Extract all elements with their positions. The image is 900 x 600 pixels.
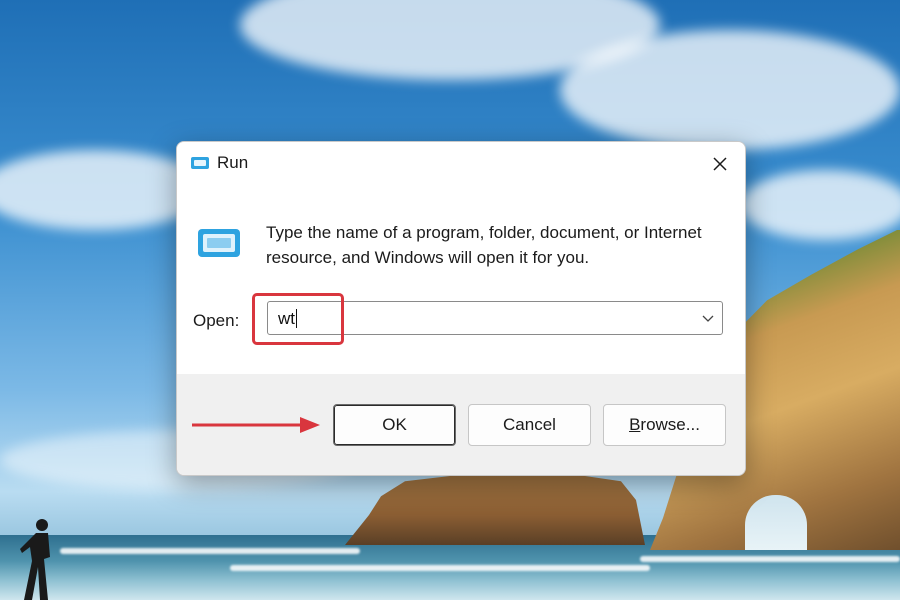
title-bar[interactable]: Run xyxy=(177,142,745,185)
wave-foam xyxy=(60,548,360,554)
cancel-button[interactable]: Cancel xyxy=(468,404,591,446)
browse-button-label: Browse... xyxy=(629,415,700,434)
dialog-title: Run xyxy=(217,153,249,172)
browse-button[interactable]: Browse... xyxy=(603,404,726,446)
highlight-annotation xyxy=(252,293,344,345)
dialog-description: Type the name of a program, folder, docu… xyxy=(266,223,702,267)
cloud xyxy=(560,30,900,150)
wave-foam xyxy=(230,565,650,571)
close-icon xyxy=(713,156,727,171)
rock-formation xyxy=(345,473,645,545)
runner-silhouette xyxy=(20,519,50,600)
ok-button[interactable]: OK xyxy=(333,404,456,446)
run-app-icon xyxy=(191,157,209,169)
rock-arch xyxy=(745,495,807,550)
open-label: Open: xyxy=(193,311,240,330)
dialog-content: Type the name of a program, folder, docu… xyxy=(177,185,745,374)
wave-foam xyxy=(640,556,900,562)
cloud xyxy=(740,170,900,240)
chevron-down-icon[interactable] xyxy=(702,313,714,323)
arrow-annotation xyxy=(192,417,320,433)
run-app-icon xyxy=(198,229,240,257)
close-button[interactable] xyxy=(695,142,745,185)
